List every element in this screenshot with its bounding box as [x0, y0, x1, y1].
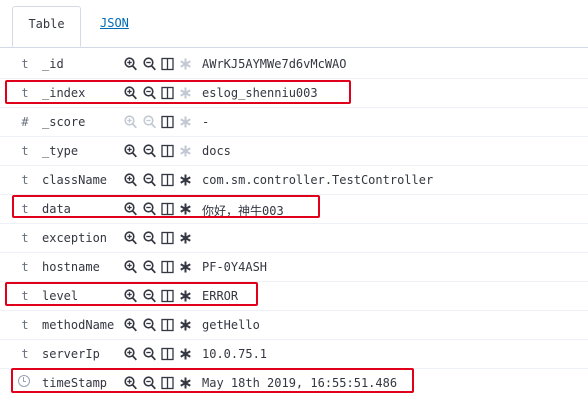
highlight-box-index	[5, 80, 351, 104]
field-row-id: t _id AWrKJ5AYMWe7d6vMcWAO	[0, 50, 588, 79]
field-row-className: t className com.sm.controller.TestControll…	[0, 166, 588, 195]
string-type-icon: t	[21, 57, 29, 71]
string-type-icon: t	[21, 173, 29, 187]
asterisk-icon[interactable]	[179, 173, 192, 187]
asterisk-icon[interactable]	[179, 347, 192, 361]
column-toggle-icon[interactable]	[161, 231, 174, 245]
string-type-icon: t	[21, 318, 29, 332]
field-actions	[124, 347, 194, 361]
asterisk-icon[interactable]	[179, 318, 192, 332]
field-name: _score	[42, 115, 86, 129]
field-value: AWrKJ5AYMWe7d6vMcWAO	[202, 57, 347, 71]
highlight-box-data	[12, 195, 320, 218]
field-actions	[124, 57, 194, 71]
field-value: com.sm.controller.TestController	[202, 173, 434, 187]
asterisk-icon[interactable]	[179, 115, 192, 129]
field-row-hostname: t hostname PF-0Y4ASH	[0, 253, 588, 282]
field-actions	[124, 115, 194, 129]
magnifier-minus-icon[interactable]	[143, 260, 156, 274]
tab-json[interactable]: JSON	[86, 6, 143, 46]
column-toggle-icon[interactable]	[161, 144, 174, 158]
magnifier-plus-icon[interactable]	[124, 318, 137, 332]
column-toggle-icon[interactable]	[161, 57, 174, 71]
magnifier-plus-icon[interactable]	[124, 173, 137, 187]
highlight-box-level	[5, 282, 258, 306]
field-name: _id	[42, 57, 64, 71]
column-toggle-icon[interactable]	[161, 115, 174, 129]
asterisk-icon[interactable]	[179, 260, 192, 274]
field-row-score: # _score -	[0, 108, 588, 137]
magnifier-minus-icon[interactable]	[143, 173, 156, 187]
column-toggle-icon[interactable]	[161, 347, 174, 361]
magnifier-plus-icon[interactable]	[124, 260, 137, 274]
magnifier-minus-icon[interactable]	[143, 347, 156, 361]
number-type-icon: #	[21, 115, 29, 129]
field-value: getHello	[202, 318, 260, 332]
field-actions	[124, 260, 194, 274]
asterisk-icon[interactable]	[179, 57, 192, 71]
field-row-type: t _type docs	[0, 137, 588, 166]
string-type-icon: t	[21, 347, 29, 361]
magnifier-plus-icon[interactable]	[124, 115, 137, 129]
field-actions	[124, 173, 194, 187]
asterisk-icon[interactable]	[179, 144, 192, 158]
field-row-methodName: t methodName getHello	[0, 311, 588, 340]
magnifier-plus-icon[interactable]	[124, 144, 137, 158]
field-name: hostname	[42, 260, 100, 274]
field-actions	[124, 144, 194, 158]
field-row-exception: t exception	[0, 224, 588, 253]
string-type-icon: t	[21, 144, 29, 158]
magnifier-plus-icon[interactable]	[124, 347, 137, 361]
field-row-serverIp: t serverIp 10.0.75.1	[0, 340, 588, 369]
field-value: 10.0.75.1	[202, 347, 268, 361]
highlight-box-timestamp	[11, 368, 414, 393]
asterisk-icon[interactable]	[179, 231, 192, 245]
magnifier-plus-icon[interactable]	[124, 231, 137, 245]
column-toggle-icon[interactable]	[161, 173, 174, 187]
string-type-icon: t	[21, 231, 29, 245]
magnifier-minus-icon[interactable]	[143, 57, 156, 71]
field-actions	[124, 318, 194, 332]
magnifier-minus-icon[interactable]	[143, 231, 156, 245]
magnifier-minus-icon[interactable]	[143, 144, 156, 158]
column-toggle-icon[interactable]	[161, 260, 174, 274]
field-name: methodName	[42, 318, 115, 332]
field-name: className	[42, 173, 108, 187]
field-value: PF-0Y4ASH	[202, 260, 268, 274]
magnifier-minus-icon[interactable]	[143, 318, 156, 332]
field-value: docs	[202, 144, 231, 158]
field-name: serverIp	[42, 347, 100, 361]
doc-view-tabs: Table JSON	[0, 0, 588, 48]
field-actions	[124, 231, 194, 245]
field-value: -	[202, 115, 210, 129]
field-name: exception	[42, 231, 108, 245]
column-toggle-icon[interactable]	[161, 318, 174, 332]
string-type-icon: t	[21, 260, 29, 274]
magnifier-minus-icon[interactable]	[143, 115, 156, 129]
field-name: _type	[42, 144, 79, 158]
magnifier-plus-icon[interactable]	[124, 57, 137, 71]
tab-table[interactable]: Table	[12, 6, 81, 47]
